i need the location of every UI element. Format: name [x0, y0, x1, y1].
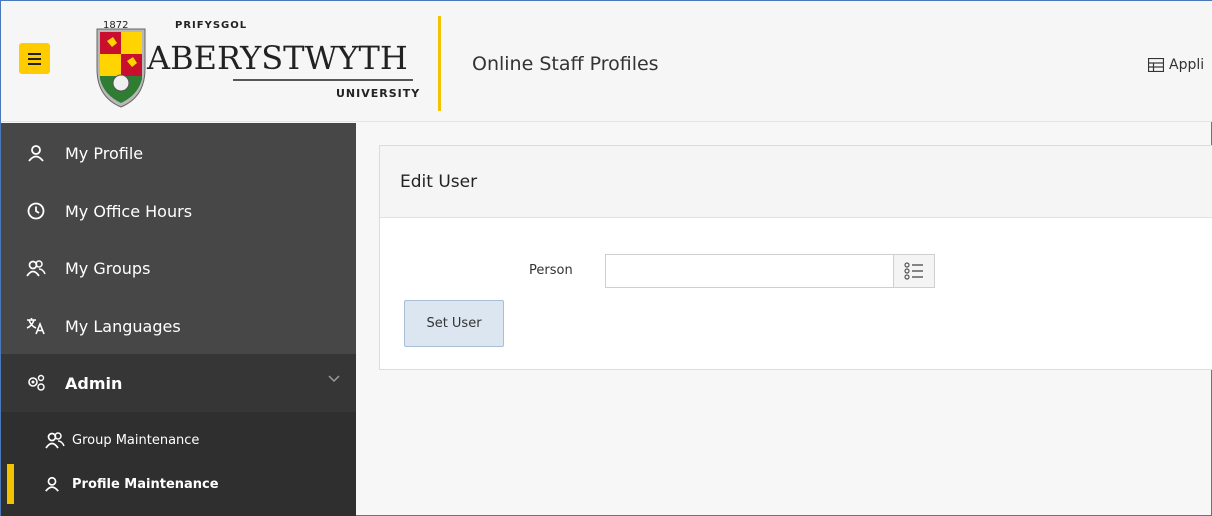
applications-link[interactable]: Appli [1148, 57, 1204, 73]
set-user-button[interactable]: Set User [404, 300, 504, 347]
edit-user-card: Edit User Person Set User [379, 145, 1212, 370]
logo-divider [438, 16, 441, 111]
logo-name: ABERYSTWYTH [146, 39, 408, 77]
translate-icon [25, 315, 47, 337]
grid-icon [1148, 58, 1164, 72]
admin-submenu: Group Maintenance Profile Maintenance [1, 412, 356, 516]
sidebar-subitem-label: Group Maintenance [72, 432, 200, 448]
sidebar-item-my-groups[interactable]: My Groups [1, 239, 356, 297]
chevron-down-icon[interactable] [328, 375, 340, 383]
crest-icon [96, 28, 146, 108]
top-header: 1872 PRIFYSGOL ABERYSTWYTH UNIVERSITY On… [1, 1, 1212, 122]
applications-link-label: Appli [1169, 57, 1205, 73]
user-icon [44, 474, 66, 494]
sidebar-subitem-label: Profile Maintenance [72, 476, 219, 492]
card-header: Edit User [380, 146, 1212, 218]
logo-welsh-name: PRIFYSGOL [175, 20, 247, 31]
user-icon [25, 142, 47, 164]
card-title: Edit User [400, 171, 478, 192]
list-icon [904, 262, 923, 280]
person-label: Person [529, 263, 573, 278]
sidebar-item-my-office-hours[interactable]: My Office Hours [1, 182, 356, 240]
sidebar-item-label: My Groups [65, 258, 151, 278]
users-icon [25, 257, 47, 279]
sidebar-item-group-maintenance[interactable]: Group Maintenance [1, 420, 356, 460]
gears-icon [25, 372, 47, 394]
sidebar-item-label: My Profile [65, 143, 144, 163]
app-title: Online Staff Profiles [472, 53, 659, 75]
users-icon [44, 430, 66, 450]
university-logo[interactable]: 1872 PRIFYSGOL ABERYSTWYTH UNIVERSITY [93, 17, 423, 109]
sidebar-item-label: My Languages [65, 316, 181, 336]
sidebar-item-label: My Office Hours [65, 201, 193, 221]
person-list-button[interactable] [893, 254, 935, 288]
sidebar-item-label: Admin [65, 373, 123, 393]
clock-icon [25, 200, 47, 222]
logo-subtitle: UNIVERSITY [336, 87, 420, 100]
sidebar-item-profile-maintenance[interactable]: Profile Maintenance [1, 464, 356, 504]
logo-year: 1872 [103, 20, 128, 31]
sidebar-item-my-languages[interactable]: My Languages [1, 297, 356, 355]
active-indicator [7, 464, 14, 504]
person-input[interactable] [605, 254, 894, 288]
hamburger-menu-icon[interactable] [19, 43, 50, 74]
sidebar-item-admin[interactable]: Admin [1, 354, 356, 412]
sidebar: My Profile My Office Hours My Groups My … [1, 123, 356, 516]
sidebar-item-my-profile[interactable]: My Profile [1, 124, 356, 182]
